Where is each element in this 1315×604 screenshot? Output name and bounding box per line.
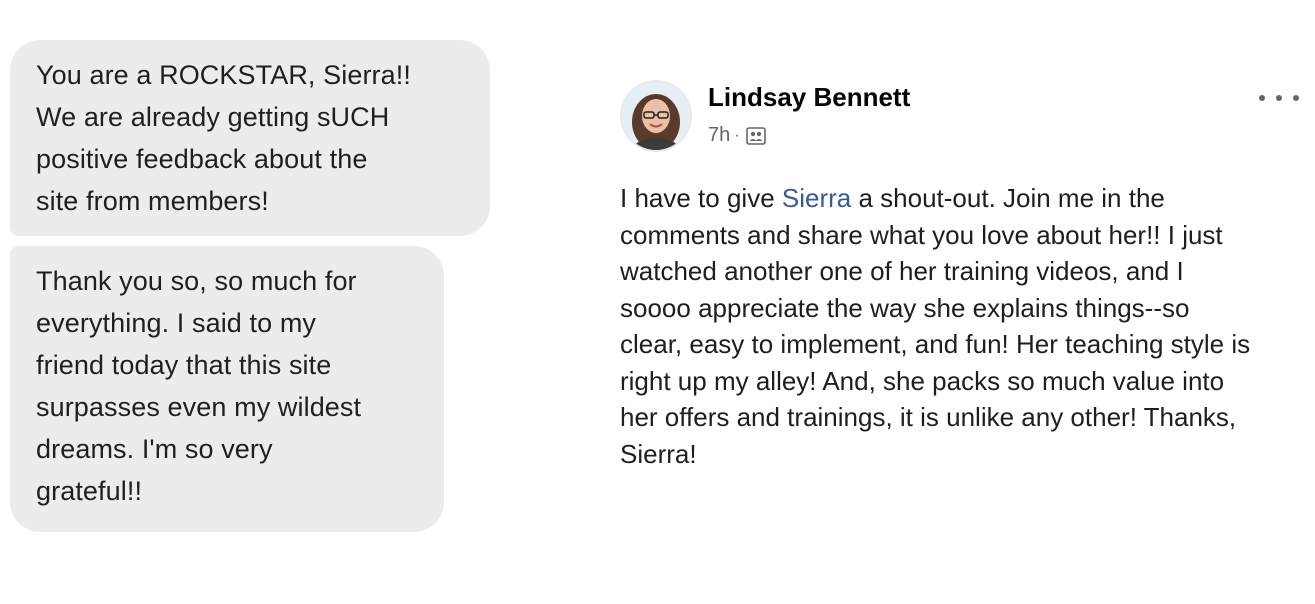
message-text-line: everything. I said to my — [36, 308, 317, 338]
post-text-line: clear, easy to implement, and fun! Her t… — [620, 329, 1251, 359]
message-text-line: grateful!! — [36, 476, 143, 506]
message-text-line: You are a ROCKSTAR, Sierra!! — [36, 60, 411, 90]
post-text-line: Sierra! — [620, 438, 697, 469]
more-options-icon[interactable] — [1259, 90, 1299, 106]
message-text-line: site from members! — [36, 186, 269, 216]
message-text-line: positive feedback about the — [36, 144, 368, 174]
post-text-line: comments and share what you love about h… — [620, 219, 1223, 250]
post-text-segment: I have to give — [620, 183, 782, 213]
social-post: Lindsay Bennett 7h · I have to give Sier… — [604, 80, 1315, 480]
post-meta: 7h · — [708, 124, 766, 147]
friends-audience-icon[interactable] — [745, 126, 766, 145]
meta-separator: · — [734, 126, 740, 144]
post-body: I have to give Sierra a shout-out. Join … — [620, 180, 1315, 472]
message-text-line: dreams. I'm so very — [36, 434, 273, 464]
message-text-line: We are already getting sUCH — [36, 102, 390, 132]
post-text-line: right up my alley! And, she packs so muc… — [620, 365, 1225, 396]
post-text-line: watched another one of her training vide… — [620, 256, 1184, 286]
message-text-line: Thank you so, so much for — [36, 266, 357, 296]
post-text-line: soooo appreciate the way she explains th… — [620, 292, 1190, 323]
message-text-line: surpasses even my wildest — [36, 392, 362, 422]
post-text-segment: a shout-out. Join me in the — [851, 183, 1165, 213]
message-bubble-2: Thank you so, so much for everything. I … — [10, 246, 444, 532]
avatar[interactable] — [620, 80, 692, 152]
post-author-name[interactable]: Lindsay Bennett — [708, 82, 910, 113]
post-text-line: her offers and trainings, it is unlike a… — [620, 402, 1237, 432]
post-text-line: I have to give Sierra a shout-out. Join … — [620, 180, 1315, 217]
message-bubble-1: You are a ROCKSTAR, Sierra!! We are alre… — [10, 40, 490, 236]
message-text-line: friend today that this site — [36, 350, 332, 380]
profile-photo — [622, 82, 690, 150]
post-timestamp[interactable]: 7h — [708, 124, 730, 147]
mention-link[interactable]: Sierra — [782, 183, 851, 213]
